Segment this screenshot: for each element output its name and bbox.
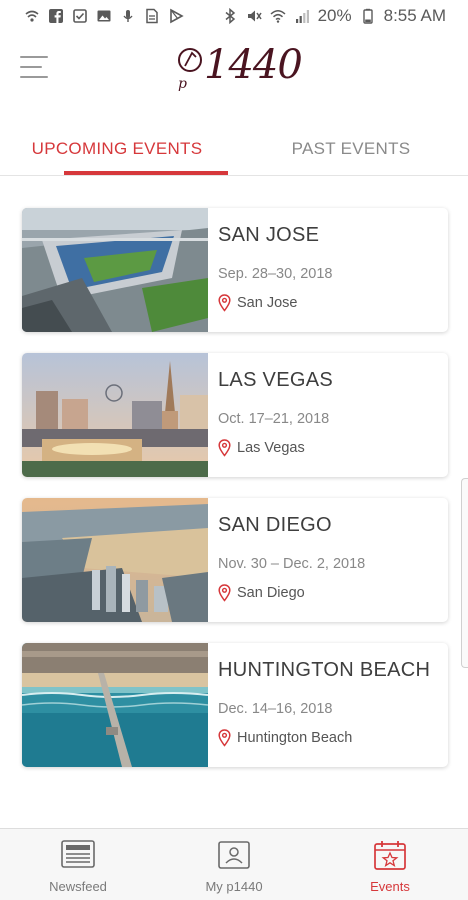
location-pin-icon bbox=[218, 584, 231, 602]
play-store-icon bbox=[168, 8, 184, 24]
event-city: SAN JOSE bbox=[218, 224, 320, 246]
calendar-star-icon bbox=[372, 839, 408, 871]
logo-prefix: p bbox=[178, 76, 187, 92]
event-photo-san-jose bbox=[22, 208, 208, 332]
event-info: SAN JOSE Sep. 28–30, 2018 San Jose bbox=[218, 208, 446, 332]
event-city: LAS VEGAS bbox=[218, 369, 333, 391]
event-location-label: San Diego bbox=[237, 585, 305, 601]
location-pin-icon bbox=[218, 439, 231, 457]
wifi-calling-icon bbox=[24, 8, 40, 24]
nav-events-label: Events bbox=[370, 879, 410, 894]
clock: 8:55 AM bbox=[383, 6, 446, 25]
active-tab-indicator bbox=[64, 171, 228, 175]
facebook-icon bbox=[48, 8, 64, 24]
location-pin-icon bbox=[218, 294, 231, 312]
event-location: San Jose bbox=[218, 294, 297, 312]
status-bar: 20% 8:55 AM bbox=[0, 0, 468, 32]
event-photo-san-diego bbox=[22, 498, 208, 622]
app-header: p 1440 bbox=[0, 32, 468, 114]
nav-newsfeed-label: Newsfeed bbox=[49, 879, 107, 894]
event-card-san-jose[interactable]: SAN JOSE Sep. 28–30, 2018 San Jose bbox=[22, 208, 448, 332]
event-card-huntington-beach[interactable]: HUNTINGTON BEACH Dec. 14–16, 2018 Huntin… bbox=[22, 643, 448, 767]
event-location: San Diego bbox=[218, 584, 305, 602]
event-photo-huntington-beach bbox=[22, 643, 208, 767]
event-dates: Oct. 17–21, 2018 bbox=[218, 411, 330, 427]
event-location-label: San Jose bbox=[237, 295, 298, 311]
event-location: Huntington Beach bbox=[218, 729, 352, 747]
location-pin-icon bbox=[218, 729, 231, 747]
hamburger-menu-icon[interactable] bbox=[20, 56, 50, 82]
battery-percent: 20% bbox=[317, 6, 352, 25]
system-status: 20% 8:55 AM bbox=[222, 6, 446, 26]
signal-icon bbox=[294, 8, 310, 24]
bluetooth-icon bbox=[222, 8, 238, 24]
nav-events[interactable]: Events bbox=[312, 829, 468, 900]
event-list: SAN JOSE Sep. 28–30, 2018 San Jose LAS V… bbox=[22, 208, 448, 788]
event-info: SAN DIEGO Nov. 30 – Dec. 2, 2018 San Die… bbox=[218, 498, 446, 622]
battery-icon bbox=[360, 8, 376, 24]
wifi-icon bbox=[270, 8, 286, 24]
nav-newsfeed[interactable]: Newsfeed bbox=[0, 829, 156, 900]
event-info: HUNTINGTON BEACH Dec. 14–16, 2018 Huntin… bbox=[218, 643, 446, 767]
event-card-las-vegas[interactable]: LAS VEGAS Oct. 17–21, 2018 Las Vegas bbox=[22, 353, 448, 477]
tab-past-events[interactable]: PAST EVENTS bbox=[234, 128, 468, 175]
tab-upcoming-label: UPCOMING EVENTS bbox=[31, 139, 203, 158]
event-city: HUNTINGTON BEACH bbox=[218, 659, 431, 681]
event-dates: Dec. 14–16, 2018 bbox=[218, 701, 333, 717]
p1440-logo: p 1440 bbox=[176, 40, 303, 96]
mute-icon bbox=[246, 8, 262, 24]
event-photo-las-vegas bbox=[22, 353, 208, 477]
microphone-icon bbox=[120, 8, 136, 24]
event-info: LAS VEGAS Oct. 17–21, 2018 Las Vegas bbox=[218, 353, 446, 477]
newsfeed-icon bbox=[60, 839, 96, 871]
scroll-indicator[interactable] bbox=[461, 478, 468, 668]
event-location-label: Las Vegas bbox=[237, 440, 305, 456]
nav-my-p1440-label: My p1440 bbox=[205, 879, 263, 894]
event-location-label: Huntington Beach bbox=[237, 730, 353, 746]
event-location: Las Vegas bbox=[218, 439, 305, 457]
event-dates: Nov. 30 – Dec. 2, 2018 bbox=[218, 556, 366, 572]
event-tabs: UPCOMING EVENTS PAST EVENTS bbox=[0, 128, 468, 176]
logo-text: 1440 bbox=[204, 42, 303, 88]
event-city: SAN DIEGO bbox=[218, 514, 332, 536]
nav-my-p1440[interactable]: My p1440 bbox=[156, 829, 312, 900]
document-icon bbox=[144, 8, 160, 24]
tab-past-label: PAST EVENTS bbox=[291, 139, 411, 158]
profile-card-icon bbox=[216, 839, 252, 871]
tab-upcoming-events[interactable]: UPCOMING EVENTS bbox=[0, 128, 234, 175]
image-icon bbox=[96, 8, 112, 24]
event-dates: Sep. 28–30, 2018 bbox=[218, 266, 333, 282]
bottom-navigation: Newsfeed My p1440 Events bbox=[0, 828, 468, 900]
checkbox-icon bbox=[72, 8, 88, 24]
event-card-san-diego[interactable]: SAN DIEGO Nov. 30 – Dec. 2, 2018 San Die… bbox=[22, 498, 448, 622]
notification-icons bbox=[24, 8, 184, 24]
